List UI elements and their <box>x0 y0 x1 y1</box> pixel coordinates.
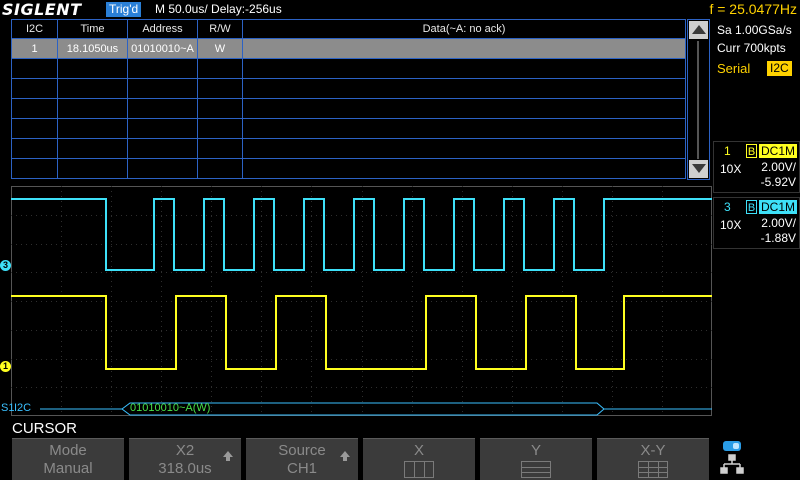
status-bar: SIGLENT Trig'd M 50.0us/ Delay:-256us f … <box>0 0 800 19</box>
waveform-display[interactable] <box>11 186 712 416</box>
column-header-time: Time <box>57 19 128 39</box>
right-info-panel: Sa 1.00GSa/s Curr 700kpts Serial I2C 1 B… <box>713 19 800 480</box>
probe-ratio: 10X <box>720 162 742 176</box>
bus-marker[interactable]: S1 <box>1 402 14 414</box>
scroll-up-button[interactable] <box>689 21 708 39</box>
arrow-down-icon <box>692 164 706 173</box>
system-status-icons <box>720 441 744 474</box>
button-label: Y <box>530 442 541 459</box>
row-address: 01010010~A <box>127 38 198 59</box>
knob-adjust-icon-stem <box>226 457 230 461</box>
row-index: 1 <box>11 38 58 59</box>
channel-3-marker[interactable]: 3 <box>0 260 11 271</box>
serial-label: Serial <box>717 61 751 76</box>
column-header-address: Address <box>127 19 198 39</box>
bus-protocol-name: I2C <box>14 402 32 414</box>
bandwidth-limit-badge: B <box>746 144 757 158</box>
column-header-i2c: I2C <box>11 19 58 39</box>
column-header-rw: R/W <box>197 19 243 39</box>
probe-ratio: 10X <box>720 218 742 232</box>
channel-3-info[interactable]: 3 B DC1M 10X 2.00V/ -1.88V <box>713 197 800 249</box>
channel-3-trace <box>11 198 712 271</box>
table-scrollbar[interactable] <box>687 19 710 180</box>
button-label: Mode <box>49 442 87 459</box>
table-row[interactable] <box>11 118 686 139</box>
table-row[interactable]: 1 18.1050us 01010010~A W <box>11 38 686 59</box>
coupling-badge: DC1M <box>759 200 798 214</box>
channel-offset: -1.88V <box>760 231 796 245</box>
button-value: CH1 <box>286 460 317 477</box>
channel-number: 3 <box>724 200 731 214</box>
channel-1-marker[interactable]: 1 <box>0 361 11 372</box>
bandwidth-limit-badge: B <box>746 200 757 214</box>
sample-rate: Sa 1.00GSa/s <box>717 23 792 37</box>
bus-decode-row: S1 I2C 01010010~A(W) <box>0 401 712 417</box>
coupling-badge: DC1M <box>759 144 798 158</box>
brand-logo: SIGLENT <box>2 0 82 19</box>
channel-number: 1 <box>724 144 731 158</box>
scrollbar-track[interactable] <box>697 41 699 159</box>
xy-cursor-button[interactable]: X-Y <box>597 438 709 480</box>
timebase-readout[interactable]: M 50.0us/ Delay:-256us <box>155 1 282 18</box>
usb-device-icon <box>723 441 741 451</box>
column-header-data: Data(~A: no ack) <box>242 19 686 39</box>
button-value: 318.0us <box>158 460 212 477</box>
scroll-down-button[interactable] <box>689 160 708 178</box>
y-cursor-icon <box>521 461 551 478</box>
decode-list-table[interactable]: I2C Time Address R/W Data(~A: no ack) 1 … <box>11 19 710 181</box>
x-cursor-button[interactable]: X <box>363 438 475 480</box>
table-row[interactable] <box>11 78 686 99</box>
row-time: 18.1050us <box>57 38 128 59</box>
button-label: X <box>413 442 424 459</box>
knob-adjust-icon-stem <box>343 457 347 461</box>
memory-depth: Curr 700kpts <box>717 41 786 55</box>
serial-protocol-badge[interactable]: I2C <box>767 61 792 76</box>
row-data <box>242 38 686 59</box>
table-row[interactable] <box>11 138 686 159</box>
bus-decoded-value: 01010010~A(W) <box>130 402 211 414</box>
channel-1-trace <box>11 295 712 370</box>
menu-title: CURSOR <box>12 420 78 437</box>
table-row[interactable] <box>11 158 686 179</box>
channel-offset: -5.92V <box>760 175 796 189</box>
table-row[interactable] <box>11 98 686 119</box>
y-cursor-button[interactable]: Y <box>480 438 592 480</box>
channel-1-info[interactable]: 1 B DC1M 10X 2.00V/ -5.92V <box>713 141 800 193</box>
x-cursor-icon <box>404 461 434 478</box>
arrow-up-icon <box>692 25 706 34</box>
x2-button[interactable]: X2 318.0us <box>129 438 241 480</box>
waveform-traces <box>11 198 712 370</box>
trigger-status-badge: Trig'd <box>106 2 142 17</box>
source-button[interactable]: Source CH1 <box>246 438 358 480</box>
table-row[interactable] <box>11 58 686 79</box>
button-label: X-Y <box>640 442 666 459</box>
network-icon <box>720 454 744 474</box>
volts-per-div: 2.00V/ <box>761 160 796 174</box>
button-value: Manual <box>43 460 93 477</box>
row-rw: W <box>197 38 243 59</box>
bus-line <box>40 402 712 416</box>
frequency-readout: f = 25.0477Hz <box>709 1 797 17</box>
table-header-row: I2C Time Address R/W Data(~A: no ack) <box>11 19 686 39</box>
xy-cursor-icon <box>638 461 668 478</box>
volts-per-div: 2.00V/ <box>761 216 796 230</box>
mode-button[interactable]: Mode Manual <box>12 438 124 480</box>
